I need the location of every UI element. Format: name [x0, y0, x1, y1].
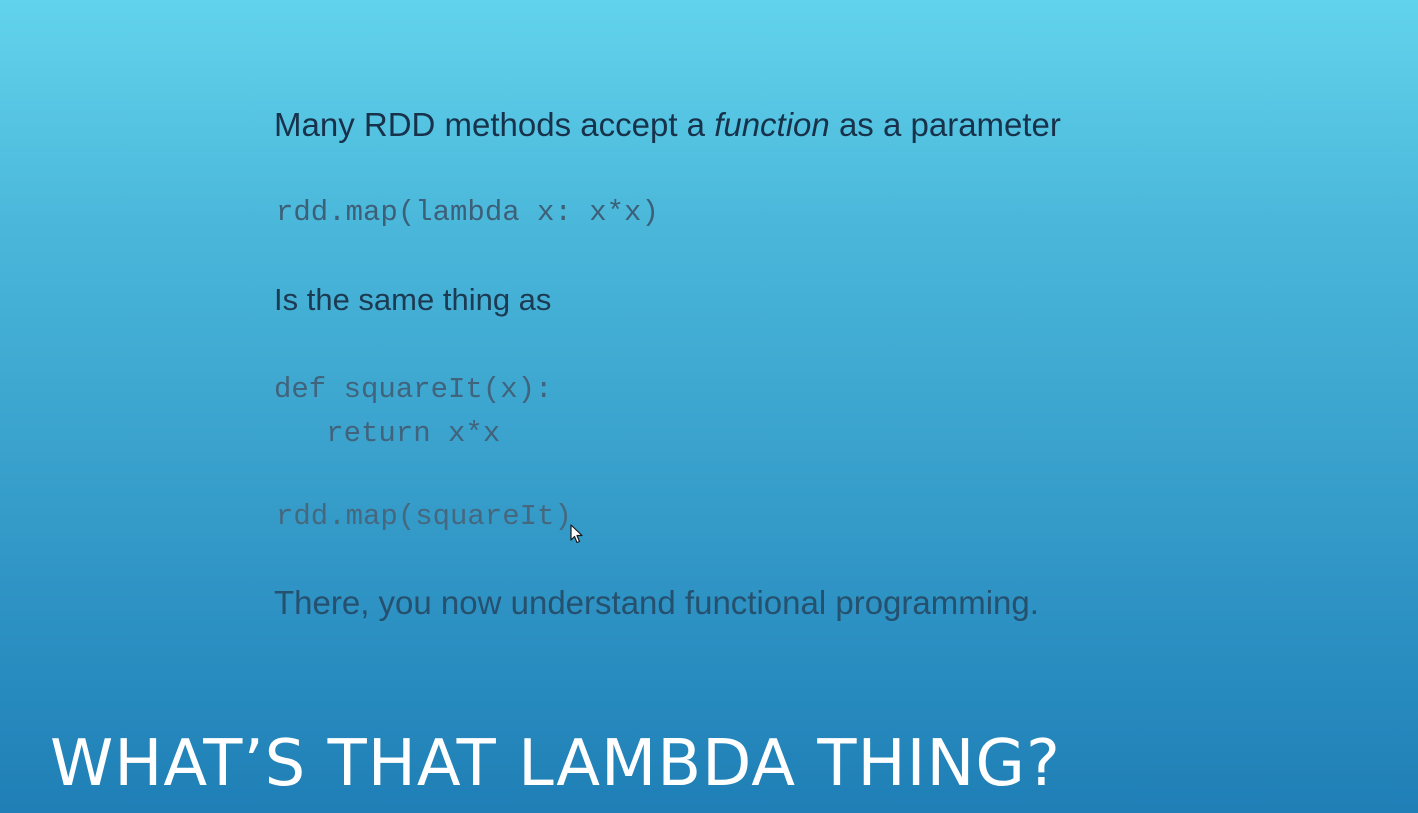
closing-text: There, you now understand functional pro…	[274, 584, 1039, 621]
slide: Many RDD methods accept a function as a …	[0, 0, 1418, 813]
slide-title: WHAT’S THAT LAMBDA THING?	[50, 727, 1061, 801]
code-lambda-example: rdd.map(lambda x: x*x)	[276, 196, 659, 229]
code-function-definition: def squareIt(x): return x*x	[274, 373, 553, 450]
intro-text: Many RDD methods accept a function as a …	[274, 106, 1061, 144]
same-thing-text: Is the same thing as	[274, 282, 552, 317]
intro-text-end: as a parameter	[829, 106, 1061, 143]
intro-text-start: Many RDD methods accept a	[274, 106, 715, 143]
code-map-call: rdd.map(squareIt)	[276, 500, 572, 533]
intro-text-emphasis: function	[714, 106, 830, 143]
mouse-pointer-icon	[570, 524, 583, 544]
